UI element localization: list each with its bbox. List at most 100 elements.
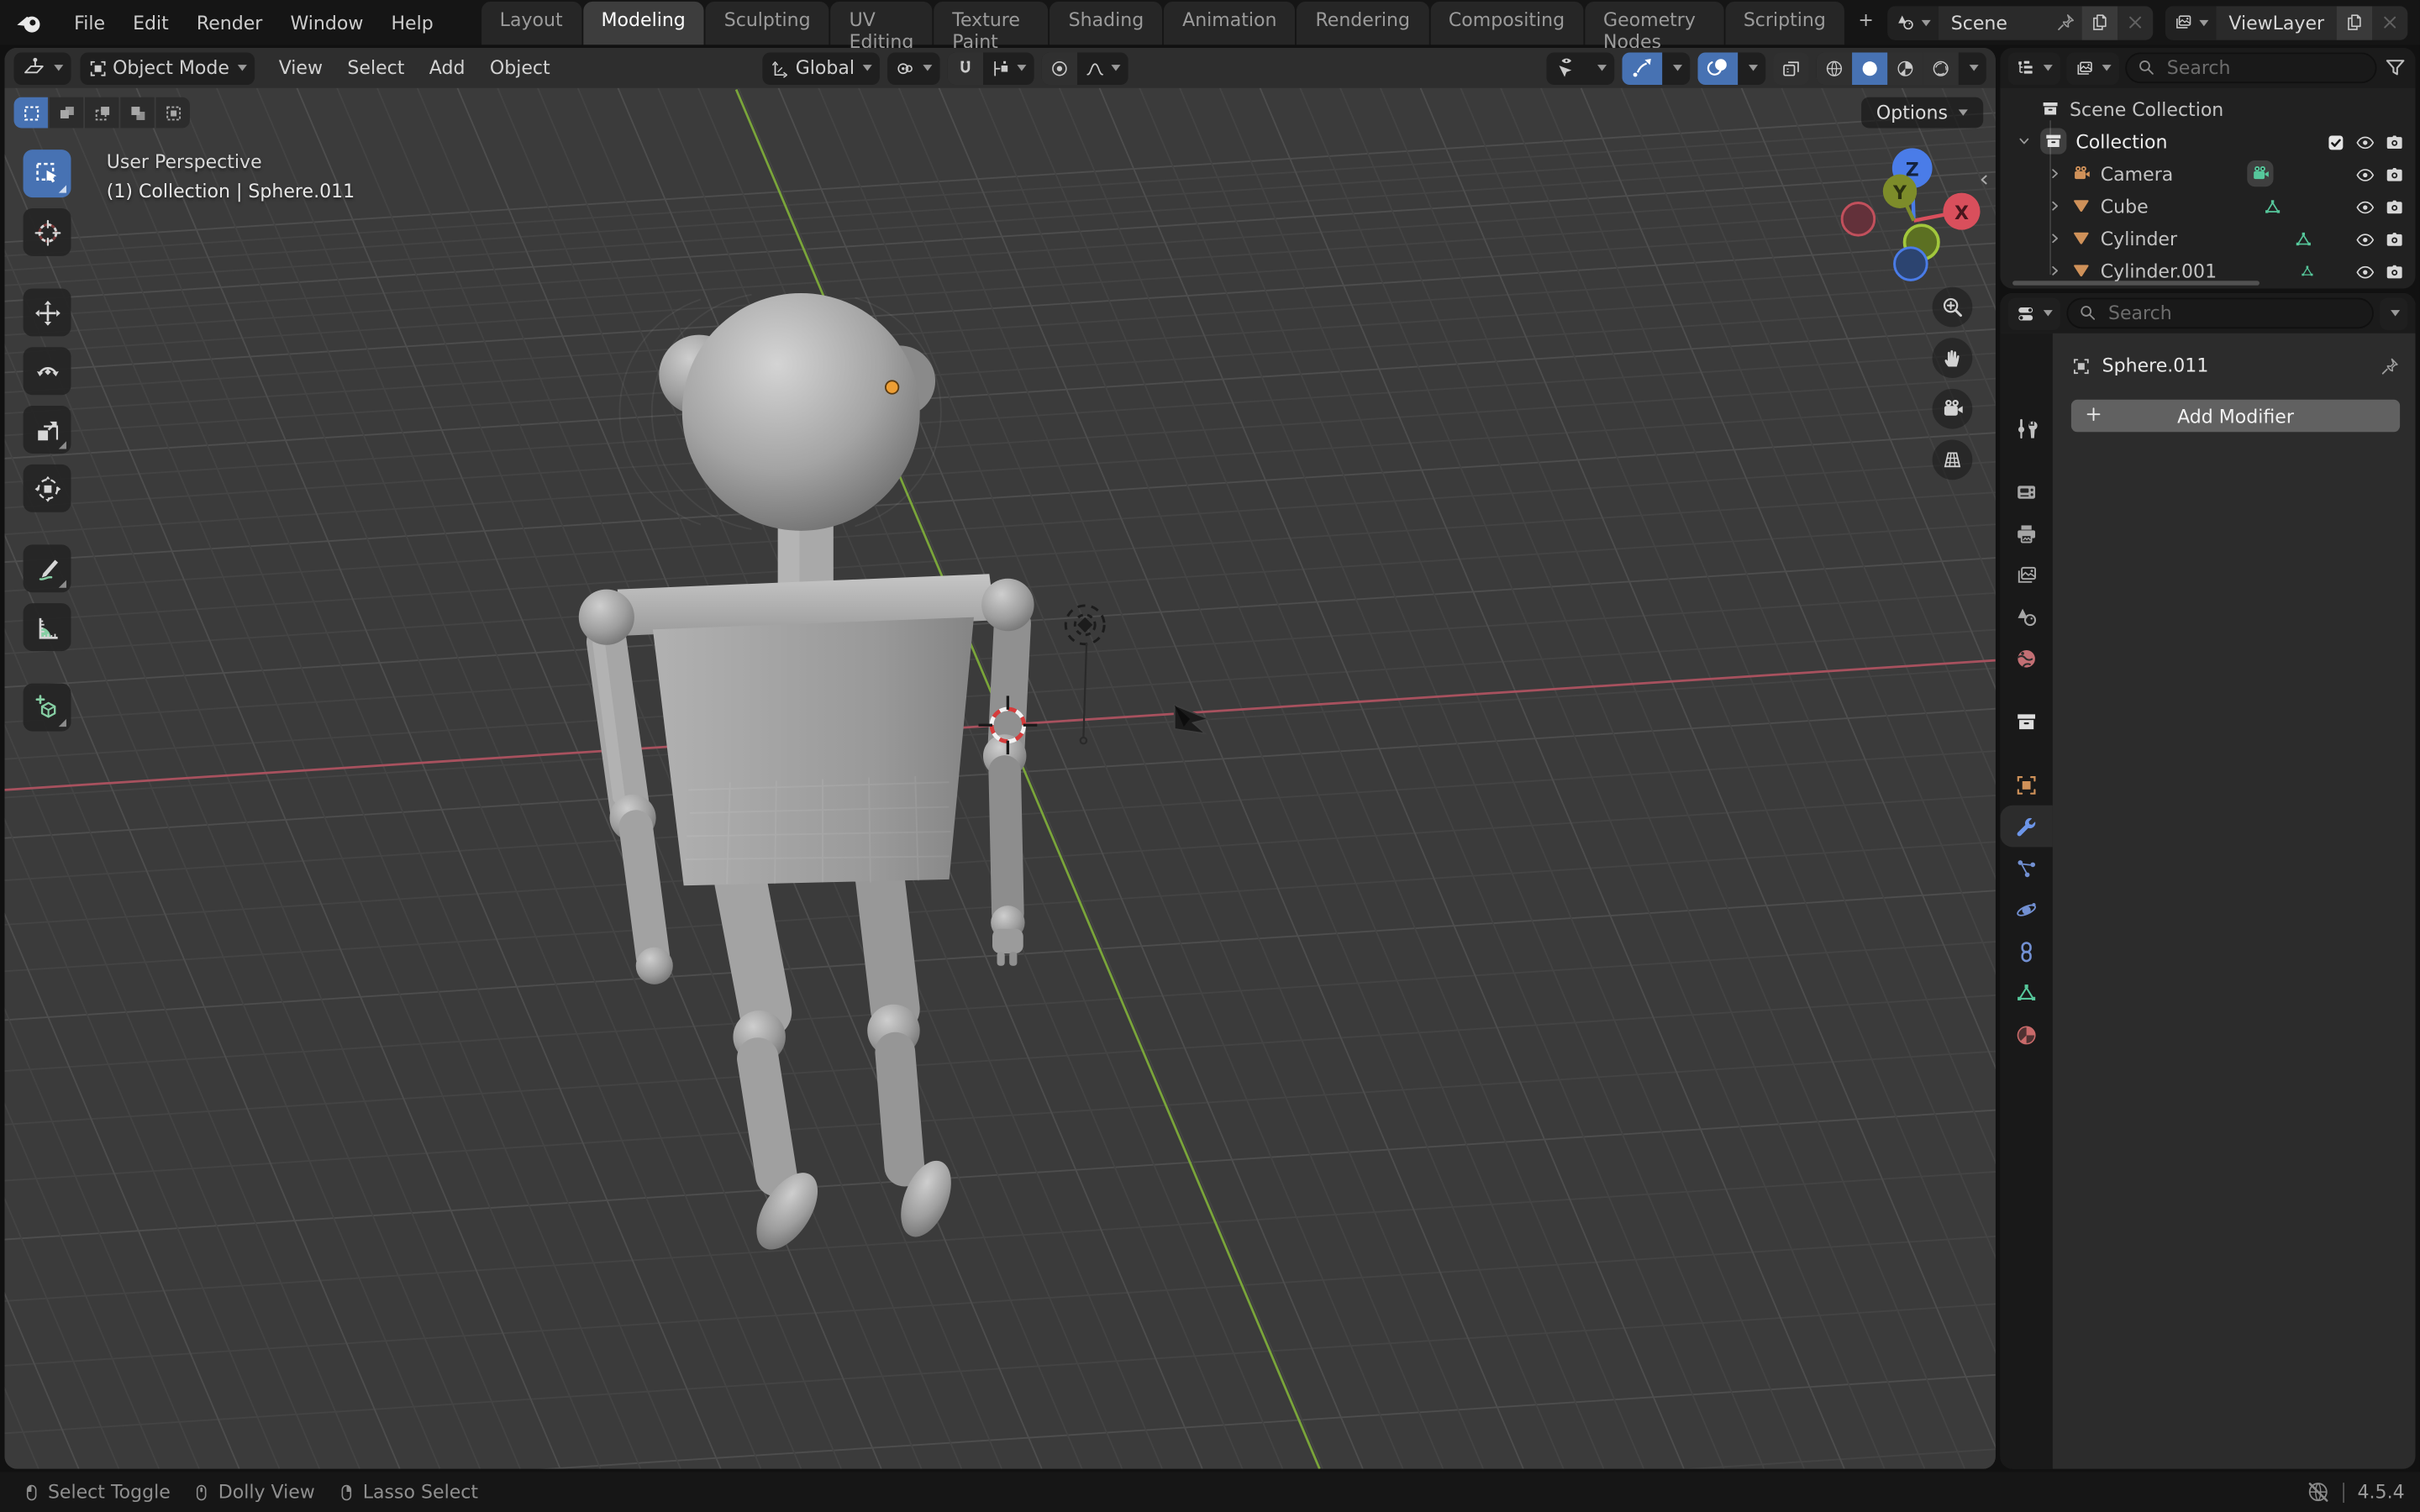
viewlayer-name[interactable]: ViewLayer (2217, 12, 2337, 34)
select-mode-invert[interactable] (120, 97, 154, 129)
eye-toggle[interactable] (2355, 130, 2375, 152)
outliner-search-input[interactable] (2125, 52, 2376, 83)
photocam-toggle[interactable] (2385, 130, 2405, 152)
outliner-editor-type-button[interactable] (2008, 52, 2060, 85)
properties-tab-data[interactable] (2000, 972, 2052, 1014)
workspace-tab-animation[interactable]: Animation (1164, 2, 1295, 45)
tool-measure[interactable] (24, 603, 71, 651)
snap-toggle[interactable] (947, 52, 982, 85)
tool-move[interactable] (24, 288, 71, 336)
workspace-tab-rendering[interactable]: Rendering (1297, 2, 1428, 45)
shading-wireframe-button[interactable] (1817, 52, 1852, 85)
properties-tab-world[interactable] (2000, 638, 2052, 680)
delete-scene-button[interactable] (2118, 5, 2153, 39)
properties-tab-render[interactable] (2000, 470, 2052, 512)
workspace-tab-shading[interactable]: Shading (1050, 2, 1163, 45)
properties-search-input[interactable] (2066, 297, 2374, 328)
outliner-search[interactable] (2125, 52, 2376, 83)
properties-tab-scene[interactable] (2000, 596, 2052, 638)
delete-viewlayer-button[interactable] (2372, 5, 2407, 39)
viewport-3d[interactable]: Object Mode ViewSelectAddObject Global (5, 48, 1996, 1469)
shading-dropdown[interactable] (1959, 52, 1986, 85)
viewport-menu-object[interactable]: Object (477, 52, 562, 83)
workspace-tab-layout[interactable]: Layout (481, 2, 581, 45)
visibility-dropdown[interactable] (1586, 52, 1614, 85)
outliner-row-collection[interactable]: Collection (2000, 125, 2415, 158)
menu-render[interactable]: Render (182, 7, 276, 38)
eye-toggle[interactable] (2355, 195, 2375, 217)
outliner-row-cylinder[interactable]: Cylinder (2000, 222, 2415, 255)
menu-file[interactable]: File (60, 7, 119, 38)
editor-type-button[interactable] (14, 52, 71, 85)
orientation-dropdown[interactable]: Global (763, 52, 879, 85)
outliner-row-cube[interactable]: Cube (2000, 190, 2415, 223)
tool-transform[interactable] (24, 465, 71, 512)
properties-tab-tool[interactable] (2000, 407, 2052, 449)
viewlayer-browse-button[interactable] (2165, 5, 2217, 39)
tool-cursor[interactable] (24, 208, 71, 256)
checkbox-toggle[interactable] (2326, 130, 2346, 152)
options-button[interactable]: Options (1861, 97, 1984, 129)
properties-tab-particles[interactable] (2000, 847, 2052, 889)
scene-selector[interactable]: Scene (1887, 5, 2153, 39)
scene-name[interactable]: Scene (1939, 12, 2056, 34)
tool-add-cube[interactable] (24, 684, 71, 732)
select-mode-new[interactable] (14, 97, 48, 129)
tool-select-box[interactable] (24, 150, 71, 197)
properties-editor-type-button[interactable] (2008, 297, 2060, 330)
add-modifier-button[interactable]: Add Modifier (2071, 400, 2400, 433)
sidebar-collapse-handle[interactable] (1974, 168, 1994, 190)
workspace-tab-texture-paint[interactable]: Texture Paint (934, 2, 1049, 45)
falloff-dropdown[interactable] (1077, 52, 1128, 85)
new-scene-button[interactable] (2082, 5, 2118, 39)
workspace-tab-scripting[interactable]: Scripting (1725, 2, 1844, 45)
axis-neg-z-ball[interactable] (1895, 248, 1928, 281)
eye-toggle[interactable] (2355, 228, 2375, 249)
viewport-menu-select[interactable]: Select (335, 52, 417, 83)
workspace-tab-uv-editing[interactable]: UV Editing (831, 2, 933, 45)
xray-toggle[interactable] (1773, 52, 1808, 85)
outliner-display-mode-button[interactable] (2066, 52, 2118, 85)
pan-button[interactable] (1933, 338, 1973, 378)
new-viewlayer-button[interactable] (2337, 5, 2372, 39)
properties-tab-material[interactable] (2000, 1014, 2052, 1056)
filter-icon[interactable] (2383, 55, 2407, 80)
menu-window[interactable]: Window (276, 7, 377, 38)
object-visibility-toggle[interactable] (1546, 52, 1586, 85)
properties-search[interactable] (2066, 297, 2374, 328)
photocam-toggle[interactable] (2385, 195, 2405, 217)
viewport-menu-view[interactable]: View (266, 52, 335, 83)
select-mode-intersect[interactable] (156, 97, 190, 129)
workspace-tab-geometry-nodes[interactable]: Geometry Nodes (1585, 2, 1723, 45)
outliner-row-camera[interactable]: Camera (2000, 157, 2415, 190)
snap-settings-dropdown[interactable] (982, 52, 1034, 85)
menu-help[interactable]: Help (377, 7, 447, 38)
eye-toggle[interactable] (2355, 260, 2375, 281)
viewport-canvas[interactable]: User Perspective (1) Collection | Sphere… (5, 88, 1996, 1469)
properties-tab-object[interactable] (2000, 764, 2052, 806)
workspace-tab-sculpting[interactable]: Sculpting (706, 2, 829, 45)
photocam-toggle[interactable] (2385, 260, 2405, 281)
pivot-dropdown[interactable] (887, 52, 939, 85)
photocam-toggle[interactable] (2385, 163, 2405, 185)
select-mode-extend[interactable] (50, 97, 83, 129)
tool-rotate[interactable] (24, 347, 71, 395)
properties-tab-physics[interactable] (2000, 889, 2052, 931)
pin-icon[interactable] (2380, 355, 2400, 375)
scene-browse-button[interactable] (1887, 5, 1939, 39)
overlays-dropdown[interactable] (1738, 52, 1765, 85)
eye-toggle[interactable] (2355, 163, 2375, 185)
proportional-edit-toggle[interactable] (1041, 52, 1076, 85)
shading-solid-button[interactable] (1852, 52, 1887, 85)
properties-tab-constraints[interactable] (2000, 931, 2052, 973)
menu-edit[interactable]: Edit (119, 7, 183, 38)
viewlayer-selector[interactable]: ViewLayer (2165, 5, 2407, 39)
shading-material-button[interactable] (1887, 52, 1923, 85)
workspace-tab-compositing[interactable]: Compositing (1430, 2, 1583, 45)
camera-view-button[interactable] (1933, 389, 1973, 429)
photocam-toggle[interactable] (2385, 228, 2405, 249)
properties-tab-modifiers[interactable] (2000, 806, 2052, 848)
select-mode-subtract[interactable] (85, 97, 118, 129)
pin-icon[interactable] (2056, 13, 2076, 33)
mode-dropdown[interactable]: Object Mode (81, 52, 255, 85)
